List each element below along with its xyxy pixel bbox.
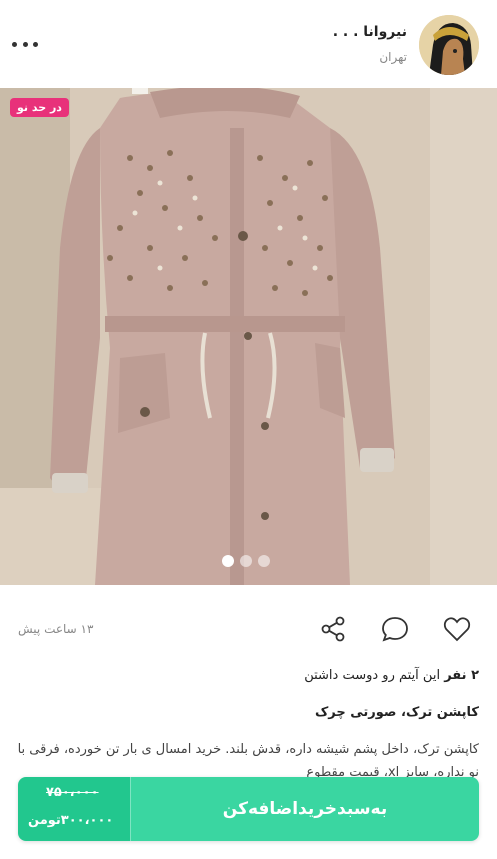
- likes-count: ۲ نفر: [444, 668, 479, 683]
- comment-icon[interactable]: [380, 614, 410, 644]
- avatar[interactable]: [419, 15, 479, 75]
- price-box: ۷۵۰،۰۰۰ ۳۰۰،۰۰۰تومن: [18, 777, 130, 841]
- posted-time: ۱۳ ساعت پیش: [18, 622, 94, 636]
- currency: تومن: [28, 813, 61, 828]
- product-title: کاپشن ترک، صورتی چرک: [314, 705, 479, 720]
- product-description: کاپشن ترک، داخل پشم شیشه داره، قدش بلند.…: [17, 742, 479, 780]
- slide-dot-3[interactable]: [258, 555, 270, 567]
- share-icon[interactable]: [318, 614, 348, 644]
- old-price: ۷۵۰،۰۰۰: [46, 785, 99, 800]
- username[interactable]: نیروانا . . .: [333, 24, 407, 40]
- slide-indicator: [222, 555, 270, 567]
- likes-summary[interactable]: ۲ نفر این آیتم رو دوست داشتن: [304, 668, 479, 683]
- new-price: ۳۰۰،۰۰۰تومن: [28, 813, 113, 828]
- purchase-bar: ۷۵۰،۰۰۰ ۳۰۰،۰۰۰تومن به‌سبدخرید‌اضافه‌کن: [18, 777, 479, 841]
- user-city: تهران: [379, 50, 407, 64]
- likes-text: این آیتم رو دوست داشتن: [304, 668, 445, 683]
- slide-dot-2[interactable]: [240, 555, 252, 567]
- new-price-value: ۳۰۰،۰۰۰: [60, 813, 114, 828]
- add-to-cart-button[interactable]: به‌سبدخرید‌اضافه‌کن: [130, 777, 479, 841]
- more-options-icon[interactable]: [12, 34, 38, 54]
- slide-dot-1[interactable]: [222, 555, 234, 567]
- condition-badge: در حد نو: [10, 98, 69, 117]
- heart-icon[interactable]: [442, 614, 472, 644]
- post-header: نیروانا . . . تهران: [0, 0, 497, 88]
- product-photo[interactable]: [0, 88, 497, 585]
